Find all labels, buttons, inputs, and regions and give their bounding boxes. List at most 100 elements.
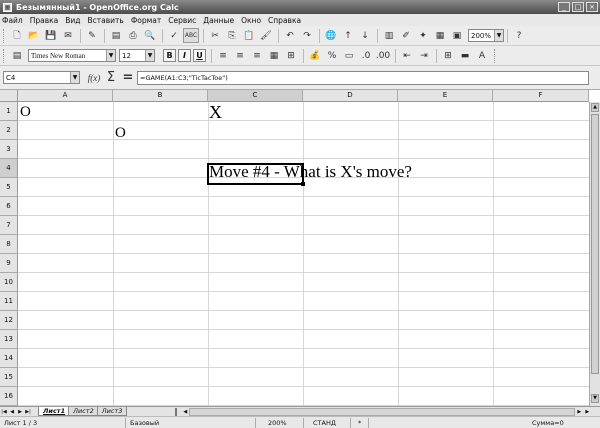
row-header-12[interactable]: 12 <box>0 311 18 330</box>
prev-sheet-icon[interactable]: ◀ <box>8 408 16 416</box>
row-header-16[interactable]: 16 <box>0 387 18 406</box>
percent-format-icon[interactable]: % <box>324 48 340 63</box>
data-sources-icon[interactable]: ▣ <box>449 28 465 43</box>
export-pdf-icon[interactable]: ▤ <box>108 28 124 43</box>
merge-cells-icon[interactable]: ⊞ <box>283 48 299 63</box>
standard-format-icon[interactable]: ▭ <box>341 48 357 63</box>
italic-button[interactable]: I <box>178 49 191 62</box>
last-sheet-icon[interactable]: ▶| <box>24 408 32 416</box>
toolbar-grip[interactable] <box>494 48 497 63</box>
font-size-combo[interactable]: 12 ▼ <box>119 49 155 62</box>
row-header-11[interactable]: 11 <box>0 292 18 311</box>
help-icon[interactable]: ? <box>511 28 527 43</box>
justify-icon[interactable]: ▦ <box>266 48 282 63</box>
chevron-down-icon[interactable]: ▼ <box>106 50 115 61</box>
sheet-tab-1[interactable]: Лист1 <box>38 407 71 416</box>
open-folder-icon[interactable]: 📂 <box>26 28 42 43</box>
first-sheet-icon[interactable]: |◀ <box>0 408 8 416</box>
gallery-icon[interactable]: ▦ <box>432 28 448 43</box>
next-sheet-icon[interactable]: ▶ <box>16 408 24 416</box>
menu-format[interactable]: Формат <box>131 16 161 25</box>
scroll-end-icon[interactable]: ▶ <box>583 408 591 416</box>
font-color-icon[interactable]: A <box>474 48 490 63</box>
toolbar-grip[interactable] <box>3 28 6 43</box>
status-zoom[interactable]: 200% <box>268 419 287 427</box>
column-header-f[interactable]: F <box>493 90 589 102</box>
row-header-9[interactable]: 9 <box>0 254 18 273</box>
currency-format-icon[interactable]: 💰 <box>307 48 323 63</box>
align-right-icon[interactable]: ≡ <box>249 48 265 63</box>
autospellcheck-icon[interactable]: ABC <box>183 28 199 43</box>
new-document-icon[interactable]: 🗋 <box>9 28 25 43</box>
name-box[interactable]: C4 ▼ <box>3 71 80 84</box>
save-icon[interactable]: 💾 <box>43 28 59 43</box>
spellcheck-icon[interactable]: ✓ <box>166 28 182 43</box>
chart-icon[interactable]: ▥ <box>381 28 397 43</box>
print-preview-icon[interactable]: 🔍 <box>142 28 158 43</box>
column-header-a[interactable]: A <box>18 90 113 102</box>
edit-file-icon[interactable]: ✎ <box>84 28 100 43</box>
spreadsheet-grid[interactable]: A B C D E F 1 2 3 4 5 6 7 8 9 10 11 12 13 14 15 16 O O … <box>0 90 600 406</box>
status-insert-mode[interactable]: СТАНД <box>313 419 336 427</box>
undo-icon[interactable]: ↶ <box>282 28 298 43</box>
cell-b2[interactable]: O <box>115 124 126 142</box>
row-header-2[interactable]: 2 <box>0 121 18 140</box>
sum-icon[interactable]: Σ <box>103 70 119 85</box>
background-color-icon[interactable]: ▬ <box>457 48 473 63</box>
tab-splitter[interactable] <box>175 407 178 416</box>
print-icon[interactable]: ⎙ <box>125 28 141 43</box>
fill-handle[interactable] <box>301 182 305 186</box>
row-header-8[interactable]: 8 <box>0 235 18 254</box>
cell-a1[interactable]: O <box>20 103 31 121</box>
row-header-6[interactable]: 6 <box>0 197 18 216</box>
sheet-tab-3[interactable]: Лист3 <box>96 407 128 416</box>
vertical-scrollbar[interactable]: ▲ ▼ <box>589 102 600 406</box>
function-wizard-icon[interactable]: f(x) <box>86 70 102 85</box>
row-header-5[interactable]: 5 <box>0 178 18 197</box>
chevron-down-icon[interactable]: ▼ <box>494 30 503 41</box>
email-icon[interactable]: ✉ <box>60 28 76 43</box>
row-header-15[interactable]: 15 <box>0 368 18 387</box>
column-header-d[interactable]: D <box>303 90 398 102</box>
horizontal-scrollbar-track[interactable] <box>189 407 576 416</box>
column-header-b[interactable]: B <box>113 90 208 102</box>
row-header-13[interactable]: 13 <box>0 330 18 349</box>
paste-icon[interactable]: 📋 <box>241 28 257 43</box>
function-equals-icon[interactable]: = <box>120 70 136 85</box>
menu-file[interactable]: Файл <box>2 16 23 25</box>
cell-c1[interactable]: X <box>209 102 222 122</box>
increase-indent-icon[interactable]: ⇥ <box>416 48 432 63</box>
row-header-10[interactable]: 10 <box>0 273 18 292</box>
row-header-3[interactable]: 3 <box>0 140 18 159</box>
decrease-indent-icon[interactable]: ⇤ <box>399 48 415 63</box>
chevron-down-icon[interactable]: ▼ <box>70 72 79 83</box>
close-button[interactable]: × <box>586 2 598 12</box>
sort-ascending-icon[interactable]: ↑ <box>340 28 356 43</box>
hyperlink-icon[interactable]: 🌐 <box>323 28 339 43</box>
chevron-down-icon[interactable]: ▼ <box>145 50 154 61</box>
align-center-icon[interactable]: ≡ <box>232 48 248 63</box>
format-paintbrush-icon[interactable]: 🖌 <box>258 28 274 43</box>
zoom-combo[interactable]: 200% ▼ <box>468 29 504 42</box>
row-header-7[interactable]: 7 <box>0 216 18 235</box>
bold-button[interactable]: B <box>163 49 176 62</box>
copy-icon[interactable]: ⎘ <box>224 28 240 43</box>
draw-functions-icon[interactable]: ✐ <box>398 28 414 43</box>
scroll-up-icon[interactable]: ▲ <box>591 103 599 112</box>
column-header-c[interactable]: C <box>208 90 303 102</box>
cut-icon[interactable]: ✂ <box>207 28 223 43</box>
row-header-1[interactable]: 1 <box>0 102 18 121</box>
toolbar-grip[interactable] <box>3 48 6 63</box>
status-page-style[interactable]: Базовый <box>130 419 159 427</box>
menu-insert[interactable]: Вставить <box>88 16 124 25</box>
scroll-right-icon[interactable]: ▶ <box>575 408 583 416</box>
add-decimal-icon[interactable]: .0 <box>358 48 374 63</box>
column-header-e[interactable]: E <box>398 90 493 102</box>
borders-icon[interactable]: ⊞ <box>440 48 456 63</box>
select-all-corner[interactable] <box>0 90 18 102</box>
sort-descending-icon[interactable]: ↓ <box>357 28 373 43</box>
menu-help[interactable]: Справка <box>268 16 301 25</box>
menu-data[interactable]: Данные <box>203 16 234 25</box>
font-name-combo[interactable]: Times New Roman ▼ <box>28 49 116 62</box>
row-header-4[interactable]: 4 <box>0 159 18 178</box>
